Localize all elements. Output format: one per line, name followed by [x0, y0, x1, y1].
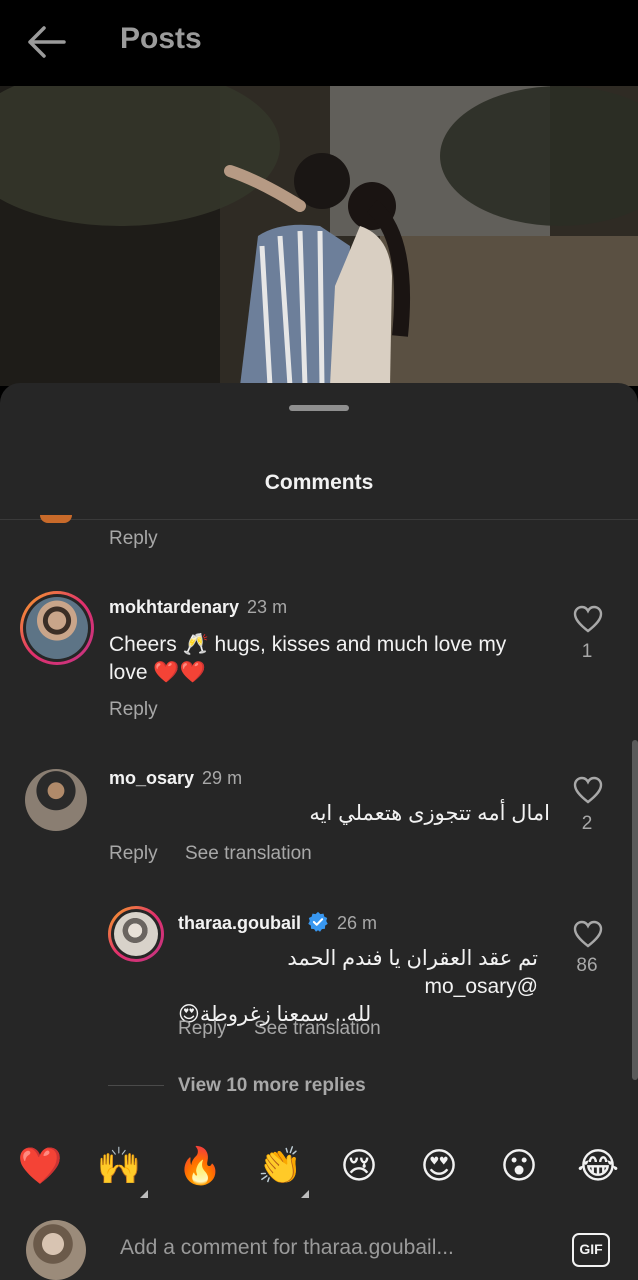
reply-button[interactable]: Reply — [178, 1018, 227, 1040]
comment-text-line: Cheers 🥂 hugs, kisses and much love my — [109, 633, 507, 656]
heart-icon[interactable] — [573, 920, 603, 948]
tears-of-joy-emoji[interactable]: 😂 — [575, 1145, 621, 1189]
comment-text-line: تم عقد العقران يا فندم الحمد @mo_osary — [287, 947, 538, 998]
current-user-avatar — [26, 1220, 86, 1280]
like-count: 2 — [581, 813, 593, 834]
divider — [0, 519, 638, 520]
reply-button[interactable]: Reply — [109, 699, 158, 721]
comment-text: تم عقد العقران يا فندم الحمد @mo_osary ل… — [178, 945, 538, 1029]
comment-text-line: love ❤️❤️ — [109, 661, 206, 684]
scrollbar[interactable] — [632, 740, 638, 1080]
username[interactable]: mokhtardenary — [109, 597, 239, 617]
timestamp: 26 m — [337, 913, 378, 933]
timestamp: 23 m — [247, 597, 288, 617]
avatar[interactable] — [20, 591, 94, 665]
heart-eyes-emoji[interactable]: 😍 — [416, 1145, 462, 1189]
red-heart-emoji[interactable]: ❤️ — [17, 1145, 63, 1189]
crying-face-emoji[interactable]: 😢 — [336, 1145, 382, 1189]
comment-username[interactable]: mo_osary 29 m — [109, 768, 242, 789]
heart-icon[interactable] — [573, 776, 603, 804]
verified-badge-icon — [308, 911, 328, 932]
view-more-replies-button[interactable]: View 10 more replies — [178, 1075, 366, 1097]
comments-title: Comments — [264, 471, 374, 494]
skin-tone-indicator-icon — [140, 1190, 148, 1198]
see-translation-button[interactable]: See translation — [185, 843, 312, 865]
raising-hands-emoji[interactable]: 🙌 — [96, 1145, 142, 1189]
clapping-hands-emoji[interactable]: 👏 — [257, 1145, 303, 1189]
like-count: 1 — [581, 641, 593, 662]
like-count: 86 — [576, 955, 598, 976]
fire-emoji[interactable]: 🔥 — [177, 1145, 223, 1189]
avatar[interactable] — [25, 769, 87, 831]
username[interactable]: mo_osary — [109, 768, 194, 788]
surprised-face-emoji[interactable]: 😮 — [496, 1145, 542, 1189]
thread-line — [108, 1085, 164, 1086]
username[interactable]: tharaa.goubail — [178, 913, 301, 933]
skin-tone-indicator-icon — [301, 1190, 309, 1198]
comment-input[interactable]: Add a comment for tharaa.goubail... — [120, 1236, 454, 1260]
reply-button[interactable]: Reply — [109, 843, 158, 865]
avatar — [40, 515, 72, 523]
comment-text: Cheers 🥂 hugs, kisses and much love my l… — [109, 631, 559, 687]
comment-text: امال أمه تتجوزى هتعملي ايه — [309, 802, 550, 825]
heart-icon[interactable] — [573, 605, 603, 633]
comment-username[interactable]: mokhtardenary 23 m — [109, 597, 287, 618]
comment-username[interactable]: tharaa.goubail 26 m — [178, 911, 377, 934]
top-bar: Posts — [0, 0, 638, 86]
see-translation-button[interactable]: See translation — [254, 1018, 381, 1040]
page-title: Posts — [120, 22, 202, 55]
post-image[interactable] — [0, 86, 638, 386]
avatar[interactable] — [108, 906, 164, 962]
timestamp: 29 m — [202, 768, 243, 788]
reply-button[interactable]: Reply — [109, 528, 158, 550]
sheet-drag-handle[interactable] — [289, 405, 349, 411]
post-photo-illustration — [0, 86, 638, 386]
arrow-left-icon[interactable] — [24, 24, 68, 60]
gif-button[interactable]: GIF — [572, 1233, 610, 1267]
